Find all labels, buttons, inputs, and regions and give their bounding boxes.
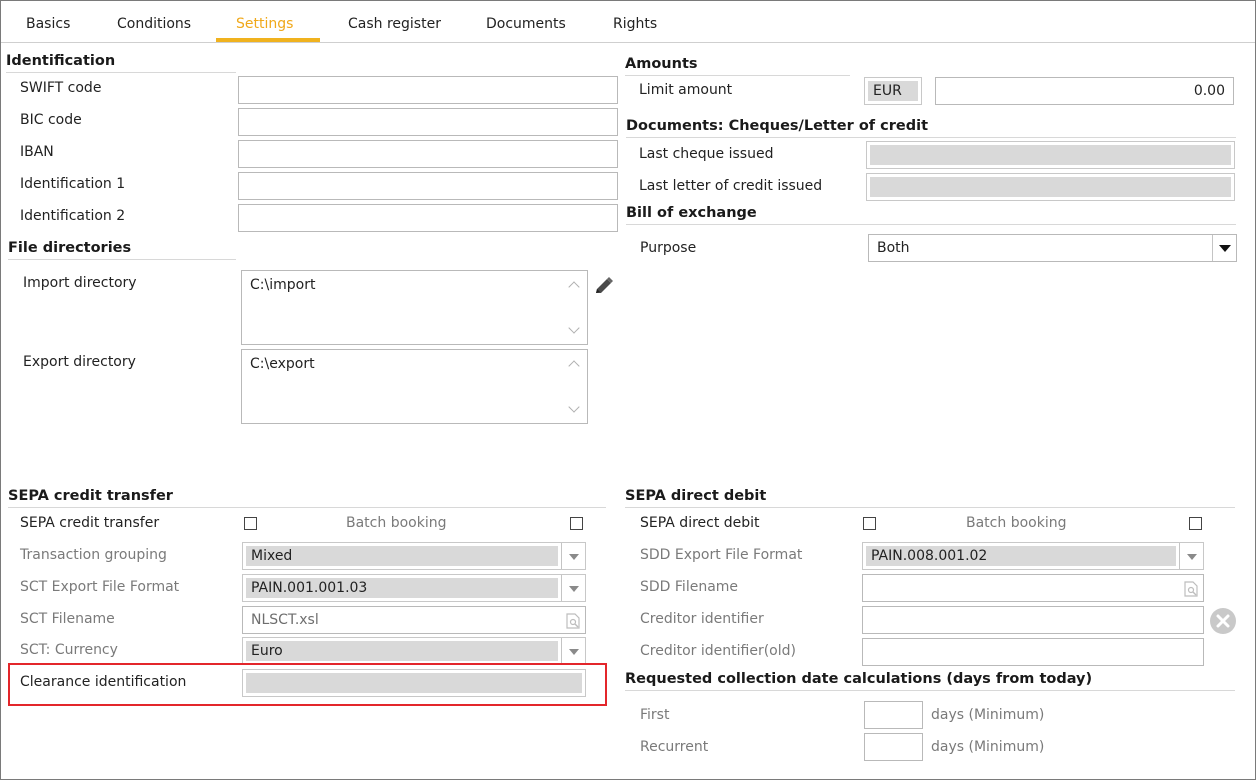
section-title-sepa-direct-debit: SEPA direct debit	[625, 488, 767, 504]
section-divider	[625, 507, 1235, 508]
section-divider	[625, 75, 850, 76]
scrollbar[interactable]	[568, 354, 583, 419]
identification-1-input[interactable]	[238, 172, 618, 200]
creditor-identifier-input[interactable]	[862, 606, 1204, 634]
tab-bar: Basics Conditions Settings Cash register…	[1, 0, 1255, 43]
last-cheque-label: Last cheque issued	[639, 146, 774, 162]
file-browse-icon[interactable]	[1183, 581, 1199, 597]
import-directory-textarea[interactable]: C:\import	[241, 270, 588, 345]
bic-code-label: BIC code	[20, 112, 82, 128]
tab-documents[interactable]: Documents	[486, 16, 566, 32]
sct-checkbox-label: SEPA credit transfer	[20, 515, 160, 531]
chevron-down-icon[interactable]	[561, 575, 585, 601]
section-title-sepa-credit-transfer: SEPA credit transfer	[8, 488, 173, 504]
tab-settings[interactable]: Settings	[236, 16, 293, 32]
identification-2-label: Identification 2	[20, 208, 126, 224]
section-divider	[625, 690, 1235, 691]
section-title-identification: Identification	[6, 53, 116, 69]
section-title-amounts: Amounts	[625, 56, 698, 72]
iban-input[interactable]	[238, 140, 618, 168]
sct-batch-booking-label: Batch booking	[346, 515, 447, 531]
scrollbar[interactable]	[568, 275, 583, 340]
sdd-batch-booking-label: Batch booking	[966, 515, 1067, 531]
clearance-identification-label: Clearance identification	[20, 674, 187, 690]
export-directory-textarea[interactable]: C:\export	[241, 349, 588, 424]
section-divider	[8, 259, 236, 260]
tab-cash-register[interactable]: Cash register	[348, 16, 441, 32]
section-divider	[626, 224, 1236, 225]
chevron-down-icon[interactable]	[561, 543, 585, 569]
limit-amount-label: Limit amount	[639, 82, 733, 98]
purpose-select[interactable]: Both	[868, 234, 1237, 262]
identification-2-input[interactable]	[238, 204, 618, 232]
first-days-input[interactable]	[864, 701, 923, 729]
sdd-filename-label: SDD Filename	[640, 579, 739, 595]
first-days-min-label: days (Minimum)	[931, 707, 1045, 723]
sdd-export-format-select[interactable]: PAIN.008.001.02	[862, 542, 1204, 570]
swift-code-input[interactable]	[238, 76, 618, 104]
clear-icon[interactable]	[1210, 608, 1236, 634]
last-letter-of-credit-field	[866, 173, 1235, 201]
scroll-up-icon[interactable]	[568, 360, 580, 372]
sdd-export-format-label: SDD Export File Format	[640, 547, 803, 563]
sct-export-format-select[interactable]: PAIN.001.001.03	[242, 574, 586, 602]
sct-currency-label: SCT: Currency	[20, 642, 118, 658]
sct-checkbox[interactable]	[244, 517, 257, 530]
limit-amount-input[interactable]: 0.00	[935, 77, 1234, 105]
export-directory-label: Export directory	[23, 354, 136, 370]
recurrent-label: Recurrent	[640, 739, 709, 755]
clearance-identification-input[interactable]	[242, 669, 586, 697]
sct-filename-label: SCT Filename	[20, 611, 115, 627]
first-label: First	[640, 707, 670, 723]
chevron-down-icon[interactable]	[561, 638, 585, 664]
sct-batch-booking-checkbox[interactable]	[570, 517, 583, 530]
limit-currency-field: EUR	[864, 77, 922, 105]
active-tab-indicator	[216, 38, 320, 42]
tab-conditions[interactable]: Conditions	[117, 16, 191, 32]
file-browse-icon[interactable]	[565, 613, 581, 629]
section-divider	[626, 137, 1236, 138]
chevron-down-icon[interactable]	[1179, 543, 1203, 569]
chevron-down-icon[interactable]	[1212, 235, 1236, 261]
recurrent-days-input[interactable]	[864, 733, 923, 761]
recurrent-days-min-label: days (Minimum)	[931, 739, 1045, 755]
scroll-up-icon[interactable]	[568, 281, 580, 293]
sdd-checkbox[interactable]	[863, 517, 876, 530]
sct-currency-select[interactable]: Euro	[242, 637, 586, 665]
last-letter-of-credit-label: Last letter of credit issued	[639, 178, 823, 194]
creditor-identifier-old-label: Creditor identifier(old)	[640, 643, 796, 659]
creditor-identifier-label: Creditor identifier	[640, 611, 764, 627]
scroll-down-icon[interactable]	[568, 401, 580, 413]
section-title-documents: Documents: Cheques/Letter of credit	[626, 118, 929, 134]
sdd-batch-booking-checkbox[interactable]	[1189, 517, 1202, 530]
scroll-down-icon[interactable]	[568, 322, 580, 334]
section-divider	[6, 72, 236, 73]
section-title-bill-of-exchange: Bill of exchange	[626, 205, 757, 221]
sct-export-format-label: SCT Export File Format	[20, 579, 180, 595]
pencil-edit-icon[interactable]	[593, 276, 615, 298]
section-title-file-directories: File directories	[8, 240, 132, 256]
sdd-checkbox-label: SEPA direct debit	[640, 515, 760, 531]
creditor-identifier-old-input[interactable]	[862, 638, 1204, 666]
purpose-label: Purpose	[640, 240, 697, 256]
iban-label: IBAN	[20, 144, 54, 160]
section-divider	[8, 507, 606, 508]
tab-rights[interactable]: Rights	[613, 16, 657, 32]
import-directory-label: Import directory	[23, 275, 137, 291]
transaction-grouping-select[interactable]: Mixed	[242, 542, 586, 570]
bic-code-input[interactable]	[238, 108, 618, 136]
swift-code-label: SWIFT code	[20, 80, 102, 96]
identification-1-label: Identification 1	[20, 176, 126, 192]
sct-filename-input[interactable]: NLSCT.xsl	[242, 606, 586, 634]
section-title-collection-dates: Requested collection date calculations (…	[625, 671, 1093, 687]
sdd-filename-input[interactable]	[862, 574, 1204, 602]
transaction-grouping-label: Transaction grouping	[20, 547, 167, 563]
tab-basics[interactable]: Basics	[26, 16, 70, 32]
last-cheque-field	[866, 141, 1235, 169]
